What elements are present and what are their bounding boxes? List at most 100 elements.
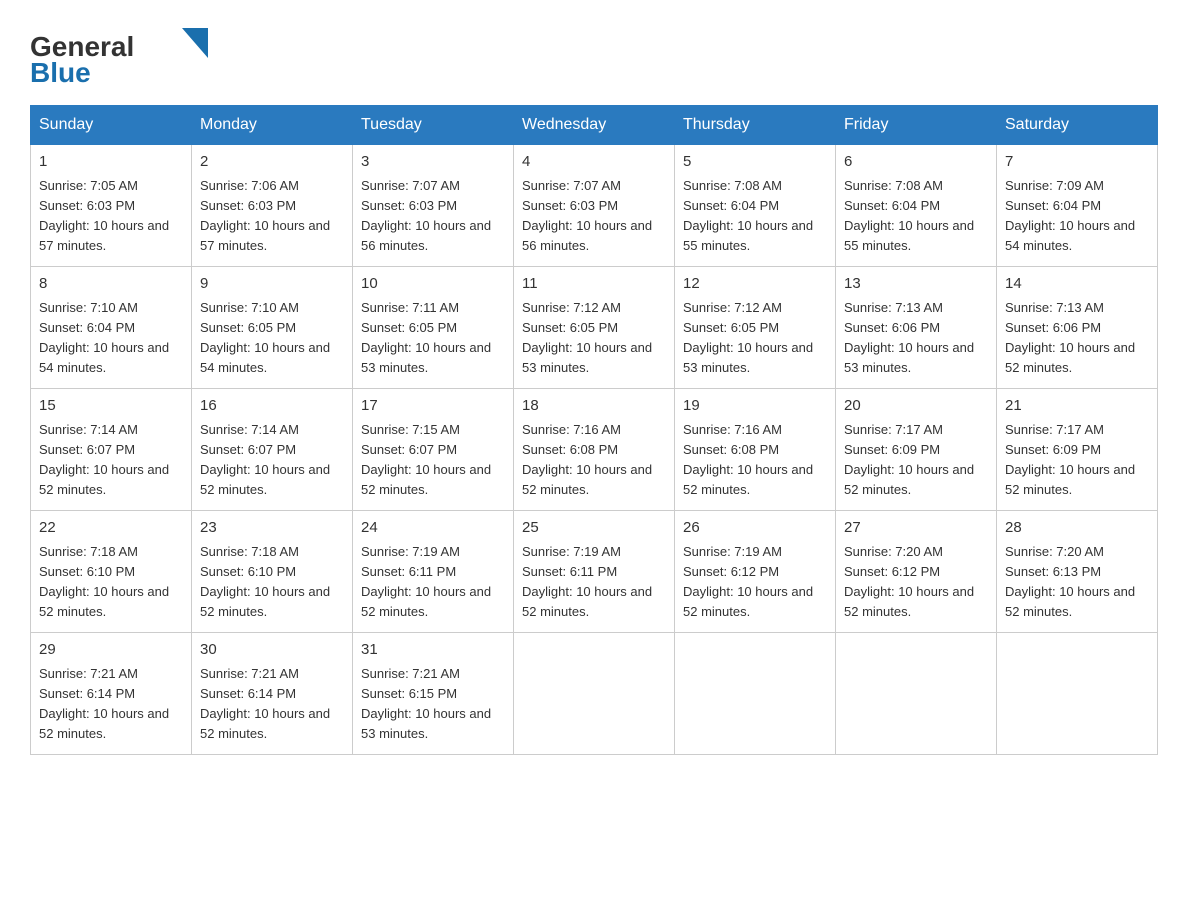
day-info: Sunrise: 7:14 AMSunset: 6:07 PMDaylight:… xyxy=(200,422,330,497)
day-number: 30 xyxy=(200,639,344,662)
logo-svg: General Blue xyxy=(30,20,220,85)
calendar-cell: 16 Sunrise: 7:14 AMSunset: 6:07 PMDayligh… xyxy=(192,389,353,511)
day-number: 8 xyxy=(39,273,183,296)
day-number: 26 xyxy=(683,517,827,540)
day-info: Sunrise: 7:19 AMSunset: 6:11 PMDaylight:… xyxy=(522,544,652,619)
calendar-cell: 2 Sunrise: 7:06 AMSunset: 6:03 PMDaylight… xyxy=(192,145,353,267)
calendar-week-row: 15 Sunrise: 7:14 AMSunset: 6:07 PMDayligh… xyxy=(31,389,1158,511)
calendar-header-row: SundayMondayTuesdayWednesdayThursdayFrid… xyxy=(31,106,1158,145)
day-number: 2 xyxy=(200,151,344,174)
calendar-cell: 12 Sunrise: 7:12 AMSunset: 6:05 PMDayligh… xyxy=(675,267,836,389)
day-info: Sunrise: 7:16 AMSunset: 6:08 PMDaylight:… xyxy=(522,422,652,497)
day-number: 16 xyxy=(200,395,344,418)
calendar-cell: 27 Sunrise: 7:20 AMSunset: 6:12 PMDayligh… xyxy=(836,511,997,633)
day-info: Sunrise: 7:07 AMSunset: 6:03 PMDaylight:… xyxy=(522,178,652,253)
col-header-monday: Monday xyxy=(192,106,353,145)
day-info: Sunrise: 7:17 AMSunset: 6:09 PMDaylight:… xyxy=(1005,422,1135,497)
day-info: Sunrise: 7:13 AMSunset: 6:06 PMDaylight:… xyxy=(844,300,974,375)
col-header-friday: Friday xyxy=(836,106,997,145)
col-header-sunday: Sunday xyxy=(31,106,192,145)
day-info: Sunrise: 7:13 AMSunset: 6:06 PMDaylight:… xyxy=(1005,300,1135,375)
calendar-cell: 8 Sunrise: 7:10 AMSunset: 6:04 PMDaylight… xyxy=(31,267,192,389)
calendar-cell: 17 Sunrise: 7:15 AMSunset: 6:07 PMDayligh… xyxy=(353,389,514,511)
day-info: Sunrise: 7:10 AMSunset: 6:05 PMDaylight:… xyxy=(200,300,330,375)
day-number: 10 xyxy=(361,273,505,296)
day-number: 27 xyxy=(844,517,988,540)
calendar-cell xyxy=(836,633,997,755)
day-info: Sunrise: 7:11 AMSunset: 6:05 PMDaylight:… xyxy=(361,300,491,375)
calendar-cell: 6 Sunrise: 7:08 AMSunset: 6:04 PMDaylight… xyxy=(836,145,997,267)
day-number: 29 xyxy=(39,639,183,662)
day-number: 25 xyxy=(522,517,666,540)
day-info: Sunrise: 7:06 AMSunset: 6:03 PMDaylight:… xyxy=(200,178,330,253)
logo: General Blue xyxy=(30,20,220,85)
day-number: 15 xyxy=(39,395,183,418)
calendar-cell: 7 Sunrise: 7:09 AMSunset: 6:04 PMDaylight… xyxy=(997,145,1158,267)
calendar-cell: 10 Sunrise: 7:11 AMSunset: 6:05 PMDayligh… xyxy=(353,267,514,389)
day-info: Sunrise: 7:18 AMSunset: 6:10 PMDaylight:… xyxy=(200,544,330,619)
day-number: 5 xyxy=(683,151,827,174)
day-number: 13 xyxy=(844,273,988,296)
calendar-cell: 24Sunrise: 7:19 AMSunset: 6:11 PMDayligh… xyxy=(353,511,514,633)
calendar-cell: 15 Sunrise: 7:14 AMSunset: 6:07 PMDayligh… xyxy=(31,389,192,511)
calendar-cell xyxy=(997,633,1158,755)
calendar-cell: 5 Sunrise: 7:08 AMSunset: 6:04 PMDaylight… xyxy=(675,145,836,267)
calendar-cell: 30 Sunrise: 7:21 AMSunset: 6:14 PMDayligh… xyxy=(192,633,353,755)
svg-text:Blue: Blue xyxy=(30,57,91,85)
day-number: 3 xyxy=(361,151,505,174)
day-info: Sunrise: 7:17 AMSunset: 6:09 PMDaylight:… xyxy=(844,422,974,497)
day-number: 12 xyxy=(683,273,827,296)
day-number: 18 xyxy=(522,395,666,418)
calendar-cell: 25 Sunrise: 7:19 AMSunset: 6:11 PMDayligh… xyxy=(514,511,675,633)
day-number: 11 xyxy=(522,273,666,296)
day-info: Sunrise: 7:20 AMSunset: 6:12 PMDaylight:… xyxy=(844,544,974,619)
calendar-cell: 13 Sunrise: 7:13 AMSunset: 6:06 PMDayligh… xyxy=(836,267,997,389)
day-info: Sunrise: 7:21 AMSunset: 6:15 PMDaylight:… xyxy=(361,666,491,741)
calendar-cell: 22Sunrise: 7:18 AMSunset: 6:10 PMDayligh… xyxy=(31,511,192,633)
calendar-cell: 26 Sunrise: 7:19 AMSunset: 6:12 PMDayligh… xyxy=(675,511,836,633)
calendar-cell xyxy=(675,633,836,755)
calendar-cell: 20 Sunrise: 7:17 AMSunset: 6:09 PMDayligh… xyxy=(836,389,997,511)
day-info: Sunrise: 7:18 AMSunset: 6:10 PMDaylight:… xyxy=(39,544,169,619)
calendar-week-row: 22Sunrise: 7:18 AMSunset: 6:10 PMDayligh… xyxy=(31,511,1158,633)
day-number: 14 xyxy=(1005,273,1149,296)
calendar-cell: 11 Sunrise: 7:12 AMSunset: 6:05 PMDayligh… xyxy=(514,267,675,389)
day-number: 20 xyxy=(844,395,988,418)
calendar-table: SundayMondayTuesdayWednesdayThursdayFrid… xyxy=(30,105,1158,755)
day-number: 17 xyxy=(361,395,505,418)
day-number: 4 xyxy=(522,151,666,174)
day-number: 23 xyxy=(200,517,344,540)
calendar-cell: 9 Sunrise: 7:10 AMSunset: 6:05 PMDaylight… xyxy=(192,267,353,389)
day-info: Sunrise: 7:09 AMSunset: 6:04 PMDaylight:… xyxy=(1005,178,1135,253)
calendar-cell: 21 Sunrise: 7:17 AMSunset: 6:09 PMDayligh… xyxy=(997,389,1158,511)
calendar-week-row: 29 Sunrise: 7:21 AMSunset: 6:14 PMDayligh… xyxy=(31,633,1158,755)
day-info: Sunrise: 7:07 AMSunset: 6:03 PMDaylight:… xyxy=(361,178,491,253)
day-number: 6 xyxy=(844,151,988,174)
day-info: Sunrise: 7:21 AMSunset: 6:14 PMDaylight:… xyxy=(39,666,169,741)
calendar-cell: 18 Sunrise: 7:16 AMSunset: 6:08 PMDayligh… xyxy=(514,389,675,511)
calendar-week-row: 8 Sunrise: 7:10 AMSunset: 6:04 PMDaylight… xyxy=(31,267,1158,389)
day-info: Sunrise: 7:10 AMSunset: 6:04 PMDaylight:… xyxy=(39,300,169,375)
col-header-saturday: Saturday xyxy=(997,106,1158,145)
calendar-week-row: 1Sunrise: 7:05 AMSunset: 6:03 PMDaylight… xyxy=(31,145,1158,267)
col-header-wednesday: Wednesday xyxy=(514,106,675,145)
day-info: Sunrise: 7:08 AMSunset: 6:04 PMDaylight:… xyxy=(844,178,974,253)
day-info: Sunrise: 7:20 AMSunset: 6:13 PMDaylight:… xyxy=(1005,544,1135,619)
calendar-cell: 28Sunrise: 7:20 AMSunset: 6:13 PMDayligh… xyxy=(997,511,1158,633)
day-info: Sunrise: 7:19 AMSunset: 6:12 PMDaylight:… xyxy=(683,544,813,619)
day-info: Sunrise: 7:14 AMSunset: 6:07 PMDaylight:… xyxy=(39,422,169,497)
day-number: 21 xyxy=(1005,395,1149,418)
day-number: 1 xyxy=(39,151,183,174)
day-number: 9 xyxy=(200,273,344,296)
day-info: Sunrise: 7:08 AMSunset: 6:04 PMDaylight:… xyxy=(683,178,813,253)
day-number: 7 xyxy=(1005,151,1149,174)
day-info: Sunrise: 7:15 AMSunset: 6:07 PMDaylight:… xyxy=(361,422,491,497)
day-info: Sunrise: 7:16 AMSunset: 6:08 PMDaylight:… xyxy=(683,422,813,497)
calendar-cell: 14 Sunrise: 7:13 AMSunset: 6:06 PMDayligh… xyxy=(997,267,1158,389)
day-info: Sunrise: 7:21 AMSunset: 6:14 PMDaylight:… xyxy=(200,666,330,741)
calendar-cell: 4 Sunrise: 7:07 AMSunset: 6:03 PMDaylight… xyxy=(514,145,675,267)
day-number: 24 xyxy=(361,517,505,540)
col-header-thursday: Thursday xyxy=(675,106,836,145)
day-info: Sunrise: 7:12 AMSunset: 6:05 PMDaylight:… xyxy=(522,300,652,375)
day-info: Sunrise: 7:12 AMSunset: 6:05 PMDaylight:… xyxy=(683,300,813,375)
